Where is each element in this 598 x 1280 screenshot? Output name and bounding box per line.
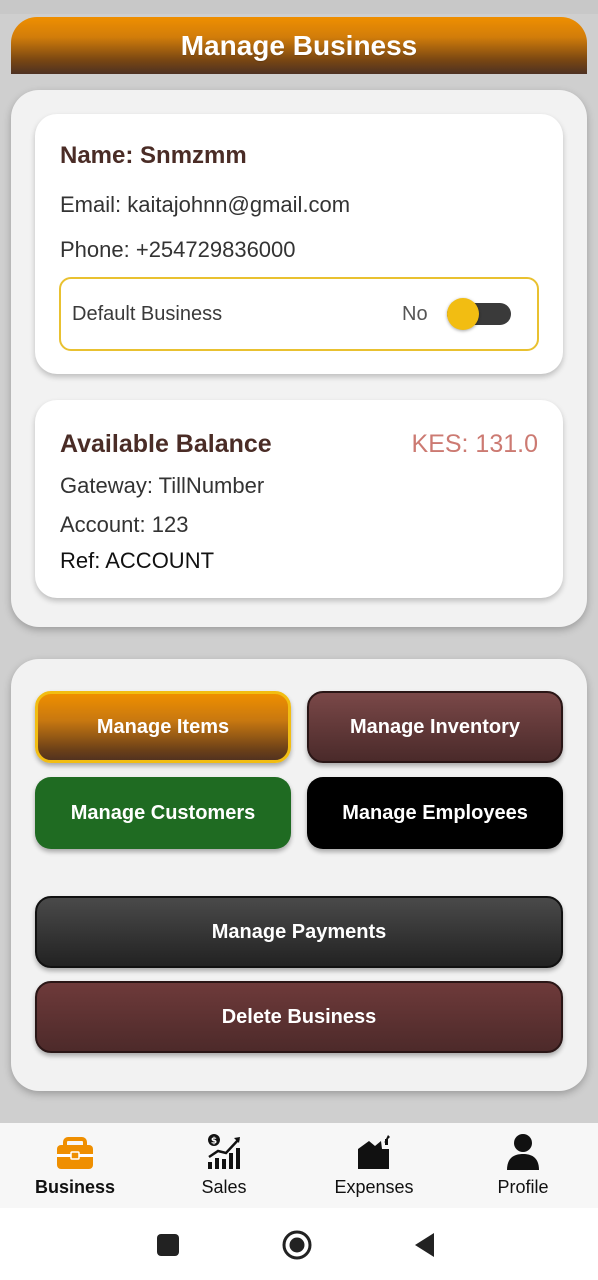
balance-amount: KES: 131.0 [411, 430, 538, 458]
manage-items-button[interactable]: Manage Items [35, 691, 291, 763]
nav-label-profile: Profile [497, 1177, 549, 1197]
default-business-value: No [402, 303, 428, 325]
expenses-icon [358, 1135, 390, 1169]
nav-label-expenses: Expenses [334, 1177, 414, 1197]
manage-customers-button[interactable]: Manage Customers [35, 777, 291, 849]
business-email: Email: kaitajohnn@gmail.com [60, 192, 351, 217]
recent-apps-icon[interactable] [153, 1230, 183, 1260]
status-bar [0, 0, 598, 14]
balance-title: Available Balance [60, 430, 272, 458]
business-info-card: Name: Snmzmm Email: kaitajohnn@gmail.com… [35, 114, 563, 374]
balance-card: Available Balance KES: 131.0 Gateway: Ti… [35, 400, 563, 598]
default-business-toggle[interactable] [447, 298, 511, 330]
system-navigation-bar [0, 1208, 598, 1280]
svg-text:$: $ [211, 1137, 217, 1147]
ref-line: Ref: ACCOUNT [60, 548, 215, 573]
manage-employees-button[interactable]: Manage Employees [307, 777, 563, 849]
account-line: Account: 123 [60, 512, 189, 537]
bottom-navigation: Business $ Sales Expenses Profile [0, 1123, 598, 1208]
nav-label-business: Business [34, 1177, 116, 1197]
back-icon[interactable] [410, 1230, 440, 1260]
delete-business-button[interactable]: Delete Business [35, 981, 563, 1053]
default-business-label: Default Business [72, 303, 223, 325]
page-header: Manage Business [11, 17, 587, 74]
business-name: Name: Snmzmm [60, 142, 247, 169]
manage-inventory-button[interactable]: Manage Inventory [307, 691, 563, 763]
page-title: Manage Business [180, 29, 418, 61]
business-details-panel: Name: Snmzmm Email: kaitajohnn@gmail.com… [11, 90, 587, 627]
default-business-row: Default Business No [59, 277, 539, 351]
nav-item-sales[interactable]: $ Sales [164, 1123, 284, 1208]
toggle-knob [447, 298, 479, 330]
home-icon[interactable] [282, 1230, 312, 1260]
person-icon [507, 1134, 539, 1170]
nav-item-business[interactable]: Business [15, 1123, 135, 1208]
actions-panel: Manage Items Manage Inventory Manage Cus… [11, 659, 587, 1091]
screen: Manage Business Name: Snmzmm Email: kait… [0, 0, 598, 1280]
gateway-line: Gateway: TillNumber [60, 473, 265, 498]
business-phone: Phone: +254729836000 [60, 237, 296, 262]
sales-chart-icon: $ [208, 1134, 240, 1169]
nav-label-sales: Sales [201, 1177, 247, 1197]
nav-item-expenses[interactable]: Expenses [314, 1123, 434, 1208]
manage-payments-button[interactable]: Manage Payments [35, 896, 563, 968]
briefcase-icon [57, 1137, 93, 1169]
nav-item-profile[interactable]: Profile [463, 1123, 583, 1208]
